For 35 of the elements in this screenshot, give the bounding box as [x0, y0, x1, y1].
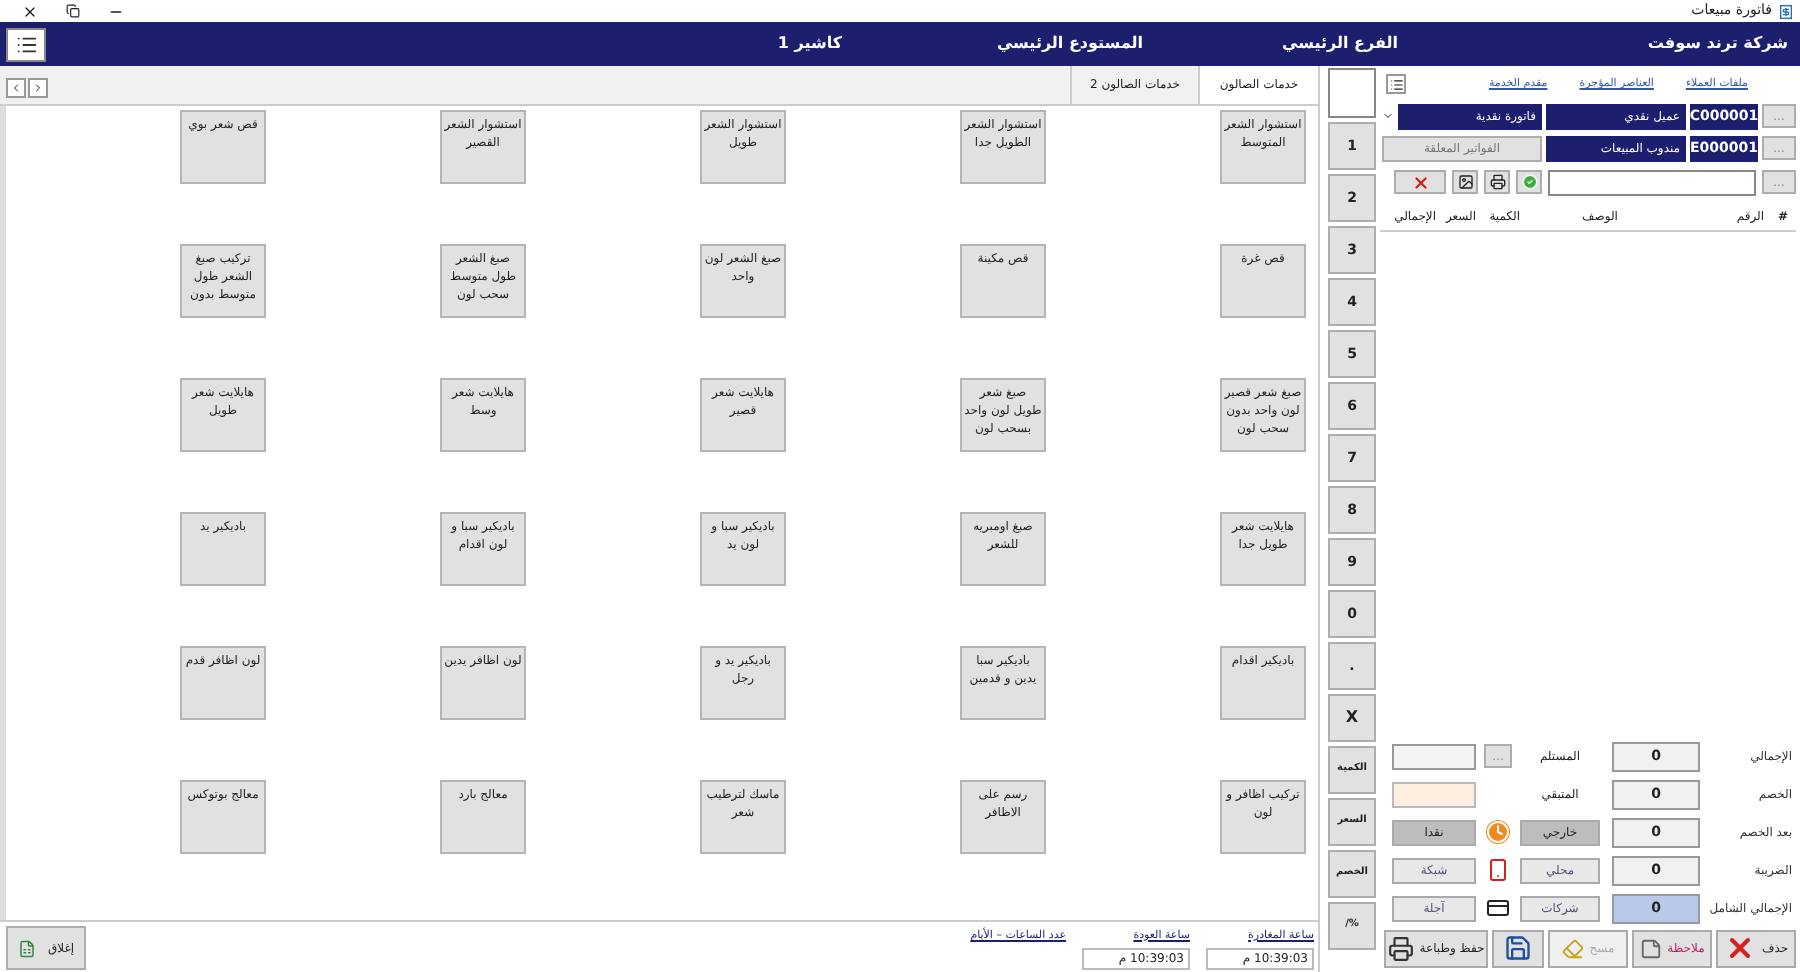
company-name: شركة ترند سوفت: [1645, 32, 1790, 56]
scroll-left-button[interactable]: [6, 78, 26, 98]
printer-icon: [1387, 935, 1414, 961]
save-icon: [1504, 934, 1532, 962]
arrow-left-icon: [10, 82, 22, 94]
clock-icon: [1486, 820, 1510, 844]
barcode-field[interactable]: [1548, 169, 1756, 195]
cashier-name: كاشير 1: [775, 32, 845, 56]
close-icon: [1411, 173, 1429, 191]
save-button[interactable]: [1492, 929, 1544, 967]
received-field[interactable]: [1392, 743, 1476, 769]
eraser-icon: [1561, 937, 1584, 959]
dropdown-caret-icon[interactable]: [1382, 110, 1394, 122]
phone-icon: [1486, 858, 1510, 882]
arrow-right-icon: [32, 82, 44, 94]
list-icon: [1389, 77, 1403, 91]
branch-name: الفرع الرئيسي: [1280, 32, 1400, 56]
print-button[interactable]: [1484, 170, 1510, 194]
card-icon: [1486, 896, 1510, 920]
menu-button[interactable]: [6, 27, 46, 61]
restore-icon[interactable]: [66, 4, 80, 18]
keypad-button[interactable]: X: [1328, 694, 1376, 742]
check-icon: [1521, 174, 1537, 190]
cancel-button[interactable]: [1394, 170, 1446, 194]
note-icon: [1639, 937, 1662, 959]
close-icon[interactable]: [22, 3, 38, 19]
list-button[interactable]: [1386, 74, 1406, 94]
remaining-field[interactable]: [1392, 781, 1476, 807]
image-icon: [1457, 174, 1473, 190]
image-button[interactable]: [1452, 170, 1478, 194]
spreadsheet-icon: [17, 939, 36, 957]
app-icon: [1778, 3, 1794, 19]
printer-icon: [1489, 174, 1505, 190]
scroll-right-button[interactable]: [28, 78, 48, 98]
warehouse-name: المستودع الرئيسي: [994, 32, 1146, 56]
